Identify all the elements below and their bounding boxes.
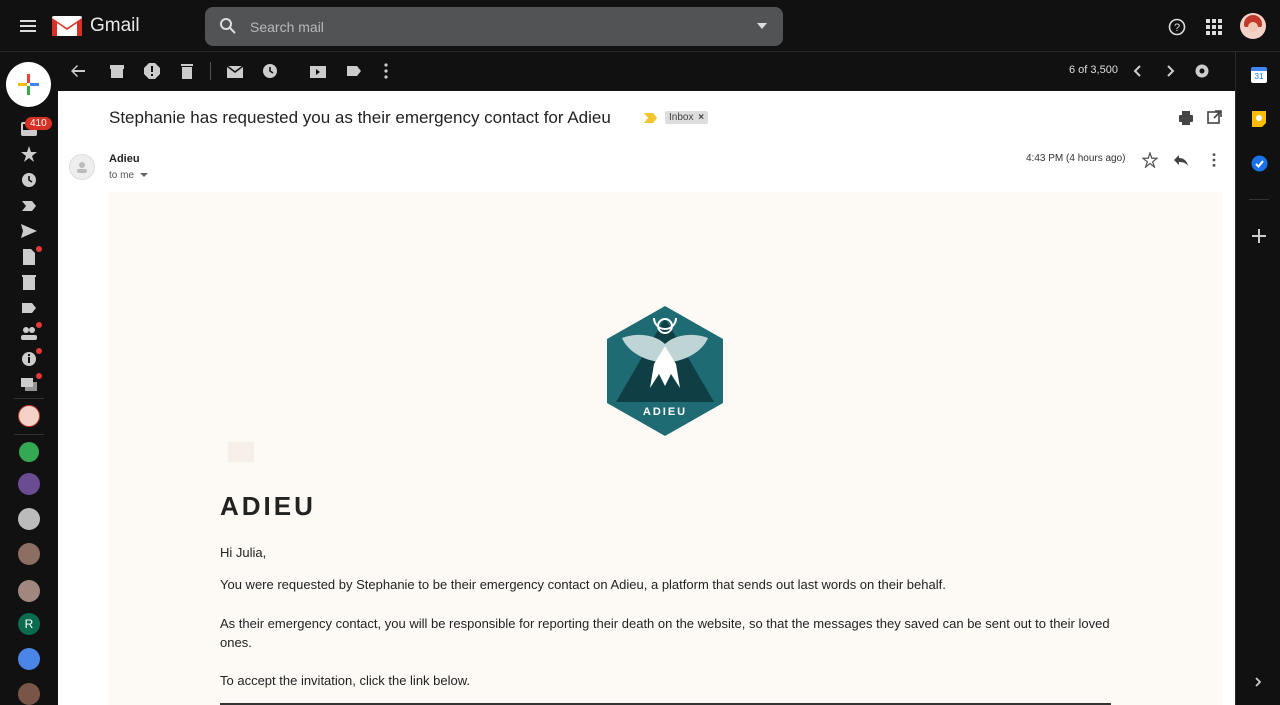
delete-icon[interactable]: [178, 62, 196, 80]
search-bar[interactable]: [205, 7, 783, 46]
inbox-label-chip[interactable]: Inbox ×: [665, 111, 709, 124]
right-rail-divider: [1249, 199, 1269, 200]
keep-icon[interactable]: [1251, 110, 1267, 128]
contact-avatar-blue[interactable]: [18, 648, 40, 670]
toolbar-divider: [210, 62, 211, 80]
group-avatar-2[interactable]: [18, 580, 40, 602]
app-name: Gmail: [90, 15, 140, 36]
snooze-icon[interactable]: [261, 62, 279, 80]
group-avatar-1[interactable]: [18, 543, 40, 565]
drafts-icon[interactable]: [20, 248, 38, 266]
pagination-count: 6 of 3,500: [1069, 64, 1118, 76]
email-body: ADIEU ADIEU Hi Julia, You were requested…: [109, 192, 1222, 705]
compose-button[interactable]: [6, 62, 51, 107]
contact-avatar-3[interactable]: [18, 683, 40, 705]
image-placeholder: [228, 442, 254, 462]
account-avatar[interactable]: [1240, 13, 1266, 39]
snoozed-clock-icon[interactable]: [20, 171, 38, 189]
settings-gear-icon[interactable]: [1193, 62, 1211, 80]
hamburger-menu-icon[interactable]: [18, 16, 38, 36]
important-marker-icon[interactable]: [644, 112, 658, 124]
contact-avatar-r[interactable]: R: [18, 613, 40, 635]
print-icon[interactable]: [1178, 110, 1194, 126]
sender-name[interactable]: Adieu: [109, 153, 140, 165]
inbox-unread-badge: 410: [25, 117, 52, 130]
paragraph-responsibility: As their emergency contact, you will be …: [220, 616, 1110, 650]
gmail-m-icon: [52, 16, 82, 36]
message-view: Stephanie has requested you as their eme…: [58, 91, 1235, 705]
apps-grid-icon[interactable]: [1206, 19, 1222, 35]
trash-icon[interactable]: [20, 273, 38, 291]
drafts-dot: [36, 246, 42, 252]
compose-plus-icon: [18, 74, 39, 95]
report-spam-icon[interactable]: [143, 62, 161, 80]
updates-info-icon[interactable]: [20, 350, 38, 368]
open-in-new-window-icon[interactable]: [1207, 110, 1222, 125]
paragraph-request: You were requested by Stephanie to be th…: [220, 577, 946, 592]
more-vert-icon[interactable]: [377, 62, 395, 80]
remove-label-close-icon[interactable]: ×: [698, 112, 704, 123]
gmail-logo[interactable]: Gmail: [52, 14, 140, 38]
search-icon[interactable]: [219, 17, 237, 35]
email-subject: Stephanie has requested you as their eme…: [109, 108, 611, 127]
sender-avatar[interactable]: [69, 154, 95, 180]
sent-icon[interactable]: [20, 222, 38, 240]
calendar-icon[interactable]: 31: [1251, 67, 1267, 83]
forums-icon[interactable]: [20, 375, 38, 393]
search-input[interactable]: [250, 18, 730, 35]
help-icon[interactable]: ?: [1168, 18, 1186, 36]
message-time: 4:43 PM (4 hours ago): [1026, 153, 1126, 164]
starred-icon[interactable]: [20, 145, 38, 163]
label-icon[interactable]: [20, 299, 38, 317]
rail-divider-2: [14, 434, 44, 435]
expand-panel-chevron-icon[interactable]: [1252, 676, 1264, 688]
search-options-chevron-down-icon[interactable]: [757, 23, 767, 29]
recipient-details[interactable]: to me: [109, 170, 148, 181]
email-heading: ADIEU: [220, 491, 316, 521]
move-to-icon[interactable]: [309, 62, 327, 80]
social-dot: [36, 322, 42, 328]
greeting: Hi Julia,: [220, 545, 267, 560]
social-people-icon[interactable]: [20, 324, 38, 342]
inbox-label-text: Inbox: [669, 112, 694, 123]
side-panel-rail: [1235, 52, 1280, 705]
recipient-details-chevron-down-icon[interactable]: [139, 172, 148, 178]
add-addon-plus-icon[interactable]: [1252, 229, 1266, 243]
tasks-icon[interactable]: [1251, 155, 1268, 172]
labels-icon[interactable]: [345, 62, 363, 80]
important-icon[interactable]: [20, 197, 38, 215]
contact-avatar-2[interactable]: [18, 508, 40, 530]
mark-unread-icon[interactable]: [226, 62, 244, 80]
hangouts-avatar-user[interactable]: [18, 405, 40, 427]
updates-dot: [36, 348, 42, 354]
adieu-logo-text: ADIEU: [642, 406, 688, 418]
reply-icon[interactable]: [1173, 152, 1189, 168]
rail-divider: [14, 398, 44, 399]
newer-chevron-left-icon[interactable]: [1129, 62, 1147, 80]
calendar-day: 31: [1254, 72, 1264, 81]
paragraph-accept: To accept the invitation, click the link…: [220, 673, 471, 688]
older-chevron-right-icon[interactable]: [1161, 62, 1179, 80]
forums-dot: [36, 373, 42, 379]
message-more-vert-icon[interactable]: [1206, 152, 1222, 168]
contact-avatar-1[interactable]: [18, 473, 40, 495]
person-placeholder-icon: [77, 162, 87, 173]
archive-icon[interactable]: [108, 62, 126, 80]
star-icon[interactable]: [1142, 152, 1158, 168]
back-arrow-icon[interactable]: [69, 62, 87, 80]
hangouts-icon[interactable]: [19, 442, 39, 462]
recipient-text: to me: [109, 170, 135, 181]
svg-text:?: ?: [1174, 22, 1180, 34]
top-bar: Gmail ?: [0, 0, 1280, 52]
